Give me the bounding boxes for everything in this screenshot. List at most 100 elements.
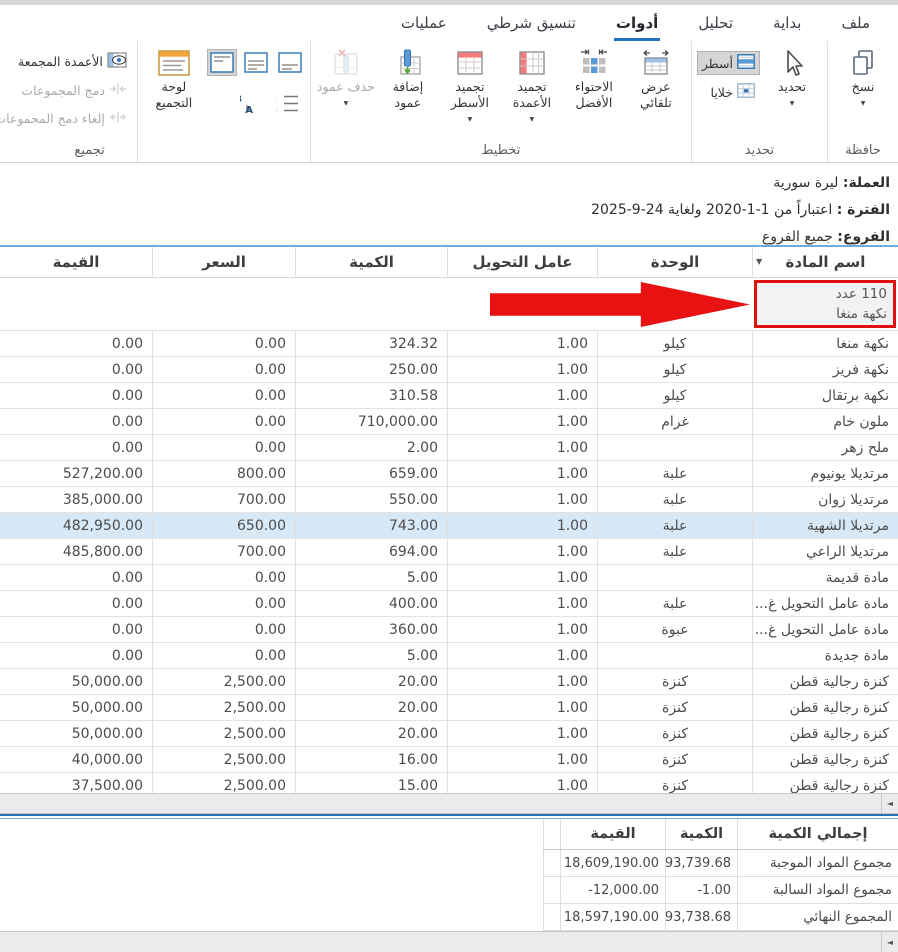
autofit-view-button[interactable]: عرض تلقائي <box>626 43 686 111</box>
scroll-left-button[interactable]: ◄ <box>881 794 898 813</box>
currency-value: ليرة سورية <box>773 175 843 191</box>
summary-cell-label: مجموع المواد الموجبة <box>737 850 898 876</box>
ribbon-group-selection: تحديد ▼ أسطر خلايا <box>691 41 827 162</box>
grouped-columns-label: الأعمدة المجمعة <box>18 54 103 69</box>
rows-label: أسطر <box>702 56 733 71</box>
table-row[interactable]: مادة جديدة1.005.000.000.00 <box>0 643 898 669</box>
cell-price: 0.00 <box>152 591 295 616</box>
tab-home[interactable]: بداية <box>771 14 803 41</box>
tab-analysis[interactable]: تحليل <box>696 14 735 41</box>
table-row[interactable]: ملون خامغرام1.00710,000.000.000.00 <box>0 409 898 435</box>
column-header-value[interactable]: القيمة <box>0 247 152 277</box>
freeze-rows-button[interactable]: تجميد الأسطر ▼ <box>440 43 500 128</box>
grouping-panel-button[interactable]: لوحة التجميع <box>143 43 205 111</box>
table-row[interactable]: نكهة فريزكيلو1.00250.000.000.00 <box>0 357 898 383</box>
cell-factor: 1.00 <box>447 669 597 694</box>
unmerge-groups-button[interactable]: إلغاء دمج المجموعات <box>0 107 132 130</box>
delete-column-button[interactable]: حذف عمود ▼ <box>316 43 376 112</box>
table-row[interactable]: مادة قديمة1.005.000.000.00 <box>0 565 898 591</box>
totals-header-stub <box>543 819 560 849</box>
table-row[interactable]: ملح زهر1.002.000.000.00 <box>0 435 898 461</box>
cell-name: مادة جديدة <box>752 643 898 668</box>
copy-button[interactable]: نسخ ▼ <box>833 43 893 112</box>
group-label-layout: تخطيط <box>316 141 686 162</box>
table-row[interactable]: نكهة منغاكيلو1.00324.320.000.00 <box>0 331 898 357</box>
cell-factor: 1.00 <box>447 513 597 538</box>
cell-unit: كنزة <box>597 695 752 720</box>
column-header-label: السعر <box>202 253 246 271</box>
tab-bar: ملف بداية تحليل أدوات تنسيق شرطي عمليات <box>0 5 898 41</box>
column-header-conversion-factor[interactable]: عامل التحويل <box>447 247 597 277</box>
cell-qty: 20.00 <box>295 669 447 694</box>
cell-value: 527,200.00 <box>0 461 152 486</box>
cell-price: 0.00 <box>152 643 295 668</box>
cell-factor: 1.00 <box>447 487 597 512</box>
totals-header-label: الكمية <box>680 826 723 842</box>
tab-file[interactable]: ملف <box>839 14 872 41</box>
summary-row: مجموع المواد الموجبة793,739.6818,609,190… <box>543 850 898 877</box>
cell-name: مرتديلا الشهية <box>752 513 898 538</box>
group-label-selection: تحديد <box>697 141 822 162</box>
table-row[interactable]: نكهة برتقالكيلو1.00310.580.000.00 <box>0 383 898 409</box>
table-row[interactable]: كنزة رجالية قطنكنزة1.0016.002,500.0040,0… <box>0 747 898 773</box>
caret-down-icon: ▼ <box>344 96 349 112</box>
period-line: الفترة : اعتباراً من 1-1-2020 ولغاية 24-… <box>8 199 890 221</box>
add-column-button[interactable]: إضافة عمود <box>378 43 438 111</box>
cell-unit: علبة <box>597 591 752 616</box>
summary-row: المجموع النهائي793,738.6818,597,190.00 <box>543 904 898 931</box>
cell-name: مادة عامل التحويل غ... <box>752 591 898 616</box>
column-header-material-name[interactable]: اسم المادة ▼ <box>752 247 898 277</box>
cell-factor: 1.00 <box>447 539 597 564</box>
table-row[interactable]: كنزة رجالية قطنكنزة1.0020.002,500.0050,0… <box>0 695 898 721</box>
table-row[interactable]: مرتديلا الراعيعلبة1.00694.00700.00485,80… <box>0 539 898 565</box>
table-horizontal-scrollbar[interactable]: ◄ <box>0 793 898 814</box>
cell-qty: 694.00 <box>295 539 447 564</box>
select-cells-button[interactable]: خلايا <box>697 80 760 104</box>
table-row[interactable]: مادة عامل التحويل غ...عبوة1.00360.000.00… <box>0 617 898 643</box>
table-row[interactable]: كنزة رجالية قطنكنزة1.0015.002,500.0037,5… <box>0 773 898 793</box>
cell-value: 0.00 <box>0 331 152 356</box>
caret-down-icon: ▼ <box>861 96 866 112</box>
table-row[interactable]: كنزة رجالية قطنكنزة1.0020.002,500.0050,0… <box>0 721 898 747</box>
period-value: اعتباراً من 1-1-2020 ولغاية 24-9-2025 <box>591 202 837 218</box>
cell-name: كنزة رجالية قطن <box>752 747 898 772</box>
column-header-unit[interactable]: الوحدة <box>597 247 752 277</box>
window-horizontal-scrollbar[interactable]: ◄ <box>0 931 898 952</box>
report-info: العملة: ليرة سورية الفترة : اعتباراً من … <box>0 164 898 245</box>
cell-factor: 1.00 <box>447 357 597 382</box>
table-row[interactable]: مرتديلا زوانعلبة1.00550.00700.00385,000.… <box>0 487 898 513</box>
best-fit-button[interactable]: الاحتواء الأفضل <box>564 43 624 111</box>
freeze-rows-icon <box>455 47 485 79</box>
select-rows-button[interactable]: أسطر <box>697 51 760 75</box>
table-row[interactable]: كنزة رجالية قطنكنزة1.0020.002,500.0050,0… <box>0 669 898 695</box>
freeze-columns-button[interactable]: تجميد الأعمدة ▼ <box>502 43 562 128</box>
table-row[interactable]: مادة عامل التحويل غ...علبة1.00400.000.00… <box>0 591 898 617</box>
tab-tools[interactable]: أدوات <box>614 14 660 41</box>
align-style-3-button[interactable] <box>207 49 237 76</box>
numbered-list-button[interactable]: 123 <box>273 89 305 117</box>
table-row[interactable]: مرتديلا الشهيةعلبة1.00743.00650.00482,95… <box>0 513 898 539</box>
tab-operations[interactable]: عمليات <box>399 14 449 41</box>
group-label-clipboard: حافظة <box>833 141 893 162</box>
table-row[interactable]: مرتديلا يونيومعلبة1.00659.00800.00527,20… <box>0 461 898 487</box>
align-style-1-button[interactable] <box>275 49 305 76</box>
sort-ab-button[interactable]: ABA <box>237 89 269 117</box>
grouped-columns-button[interactable]: الأعمدة المجمعة <box>0 49 132 74</box>
select-button[interactable]: تحديد ▼ <box>762 43 822 112</box>
column-header-quantity[interactable]: الكمية <box>295 247 447 277</box>
filter-dropdown-icon[interactable]: ▼ <box>756 257 762 266</box>
merge-groups-button[interactable]: دمج المجموعات <box>0 79 132 102</box>
tab-conditional-formatting[interactable]: تنسيق شرطي <box>485 14 578 41</box>
align-style-2-button[interactable] <box>241 49 271 76</box>
summary-cell-qty: 793,738.68 <box>665 904 737 930</box>
caret-down-icon: ▼ <box>790 96 795 112</box>
totals-header-label: إجمالي الكمية <box>768 826 867 842</box>
column-header-label: القيمة <box>53 253 100 271</box>
cell-price: 2,500.00 <box>152 747 295 772</box>
summary-cell-stub <box>543 850 560 876</box>
column-header-price[interactable]: السعر <box>152 247 295 277</box>
cell-name: نكهة منغا <box>752 331 898 356</box>
cell-name: نكهة برتقال <box>752 383 898 408</box>
scroll-left-button[interactable]: ◄ <box>881 932 898 952</box>
currency-label: العملة: <box>843 175 890 191</box>
